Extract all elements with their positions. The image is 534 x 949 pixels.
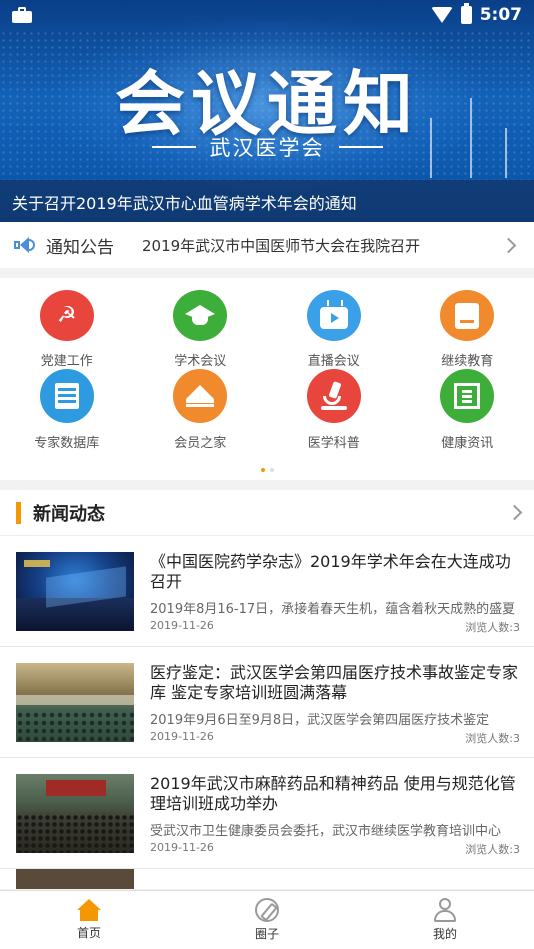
- grid-label: 直播会议: [307, 354, 360, 369]
- notice-text[interactable]: 2019年武汉市中国医师节大会在我院召开: [142, 235, 495, 256]
- grid-item-education[interactable]: 继续教育: [401, 290, 534, 369]
- speaker-icon: [14, 236, 36, 254]
- news-desc: 受武汉市卫生健康委员会委托，武汉市继续医学教育培训中心: [150, 824, 502, 839]
- grid-label: 继续教育: [441, 354, 494, 369]
- news-date: 2019-11-26: [150, 619, 214, 632]
- list-item[interactable]: 2019年武汉市麻醉药品和精神药品 使用与规范化管理培训班成功举办 受武汉市卫生…: [0, 758, 534, 869]
- briefcase-icon: [12, 7, 32, 23]
- accent-bar: [16, 501, 21, 524]
- notice-bar[interactable]: 通知公告 2019年武汉市中国医师节大会在我院召开: [0, 222, 534, 268]
- news-desc: 2019年8月16-17日，承接着春天生机，蕴含着秋天成熟的盛夏: [150, 602, 516, 617]
- tab-mine[interactable]: 我的: [356, 891, 534, 949]
- tab-circle[interactable]: 圈子: [178, 891, 356, 949]
- crown-icon: [173, 369, 228, 423]
- grid-label: 健康资讯: [441, 436, 494, 451]
- news-title: 2019年武汉市麻醉药品和精神药品 使用与规范化管理培训班成功举办: [150, 774, 516, 813]
- divider: [151, 146, 196, 148]
- chevron-right-icon[interactable]: [506, 504, 523, 521]
- grid-label: 医学科普: [307, 436, 360, 451]
- status-time: 5:07: [479, 5, 522, 25]
- banner-subtitle: 武汉医学会: [209, 136, 325, 160]
- banner[interactable]: 5:07 会议通知 武汉医学会 关于召开2019年武汉市心血管病学术年会的通知: [0, 0, 534, 222]
- wifi-icon: [430, 7, 453, 23]
- news-desc: 2019年9月6日至9月8日，武汉医学会第四届医疗技术鉴定: [150, 713, 490, 728]
- news-views: 浏览人数:3: [465, 621, 520, 634]
- divider: [338, 146, 383, 148]
- news-views: 浏览人数:3: [465, 732, 520, 745]
- banner-subtitle-row: 武汉医学会: [0, 132, 534, 162]
- news-section-title: 新闻动态: [33, 503, 105, 525]
- status-bar: 5:07: [0, 0, 534, 30]
- grid-label: 专家数据库: [34, 436, 100, 451]
- news-thumbnail: [16, 663, 134, 742]
- bottom-tab-bar: 首页 圈子 我的: [0, 890, 534, 949]
- grid-item-academic[interactable]: 学术会议: [134, 290, 268, 369]
- news-title: 医疗鉴定：武汉医学会第四届医疗技术事故鉴定专家库 鉴定专家培训班圆满落幕: [150, 663, 519, 702]
- newspaper-icon: [440, 369, 495, 423]
- news-list: 《中国医院药学杂志》2019年学术年会在大连成功召开 2019年8月16-17日…: [0, 536, 534, 889]
- grid-label: 会员之家: [174, 436, 227, 451]
- list-item[interactable]: [0, 869, 534, 889]
- news-section-header[interactable]: 新闻动态: [0, 490, 534, 536]
- pager-dot-active: [260, 468, 265, 472]
- graduation-cap-icon: [173, 290, 228, 341]
- grid-label: 学术会议: [174, 354, 227, 369]
- news-thumbnail: [16, 774, 134, 853]
- news-title: 《中国医院药学杂志》2019年学术年会在大连成功召开: [150, 552, 511, 591]
- party-emblem-icon: ☭: [39, 290, 94, 341]
- chevron-right-icon[interactable]: [500, 237, 517, 253]
- feature-grid: ☭ 党建工作 学术会议 直播会议 继续教育 专家数据库 会员之家 医学科普 健康…: [0, 278, 534, 480]
- microscope-icon: [306, 369, 361, 423]
- grid-item-party[interactable]: ☭ 党建工作: [0, 290, 134, 369]
- grid-item-experts[interactable]: 专家数据库: [0, 369, 134, 462]
- user-icon: [433, 898, 457, 922]
- grid-label: 党建工作: [40, 354, 93, 369]
- compass-icon: [255, 898, 279, 922]
- news-date: 2019-11-26: [150, 730, 214, 743]
- grid-item-health[interactable]: 健康资讯: [401, 369, 534, 462]
- list-item[interactable]: 医疗鉴定：武汉医学会第四届医疗技术事故鉴定专家库 鉴定专家培训班圆满落幕 201…: [0, 647, 534, 758]
- grid-pager[interactable]: [0, 468, 534, 472]
- book-icon: [440, 290, 495, 341]
- database-icon: [39, 369, 94, 423]
- tab-label: 我的: [432, 927, 457, 941]
- tab-home[interactable]: 首页: [0, 891, 178, 949]
- news-date: 2019-11-26: [150, 841, 214, 854]
- battery-icon: [460, 3, 472, 24]
- grid-item-science[interactable]: 医学科普: [267, 369, 401, 462]
- tab-label: 圈子: [254, 927, 279, 941]
- banner-caption[interactable]: 关于召开2019年武汉市心血管病学术年会的通知: [0, 180, 534, 222]
- tab-label: 首页: [76, 926, 101, 940]
- news-thumbnail: [16, 552, 134, 631]
- news-views: 浏览人数:3: [465, 843, 520, 856]
- home-icon: [77, 899, 101, 921]
- pager-dot: [269, 468, 274, 472]
- grid-item-members[interactable]: 会员之家: [134, 369, 268, 462]
- list-item[interactable]: 《中国医院药学杂志》2019年学术年会在大连成功召开 2019年8月16-17日…: [0, 536, 534, 647]
- notice-label: 通知公告: [46, 237, 114, 258]
- grid-item-live[interactable]: 直播会议: [267, 290, 401, 369]
- news-thumbnail: [16, 869, 134, 889]
- tv-icon: [306, 290, 361, 341]
